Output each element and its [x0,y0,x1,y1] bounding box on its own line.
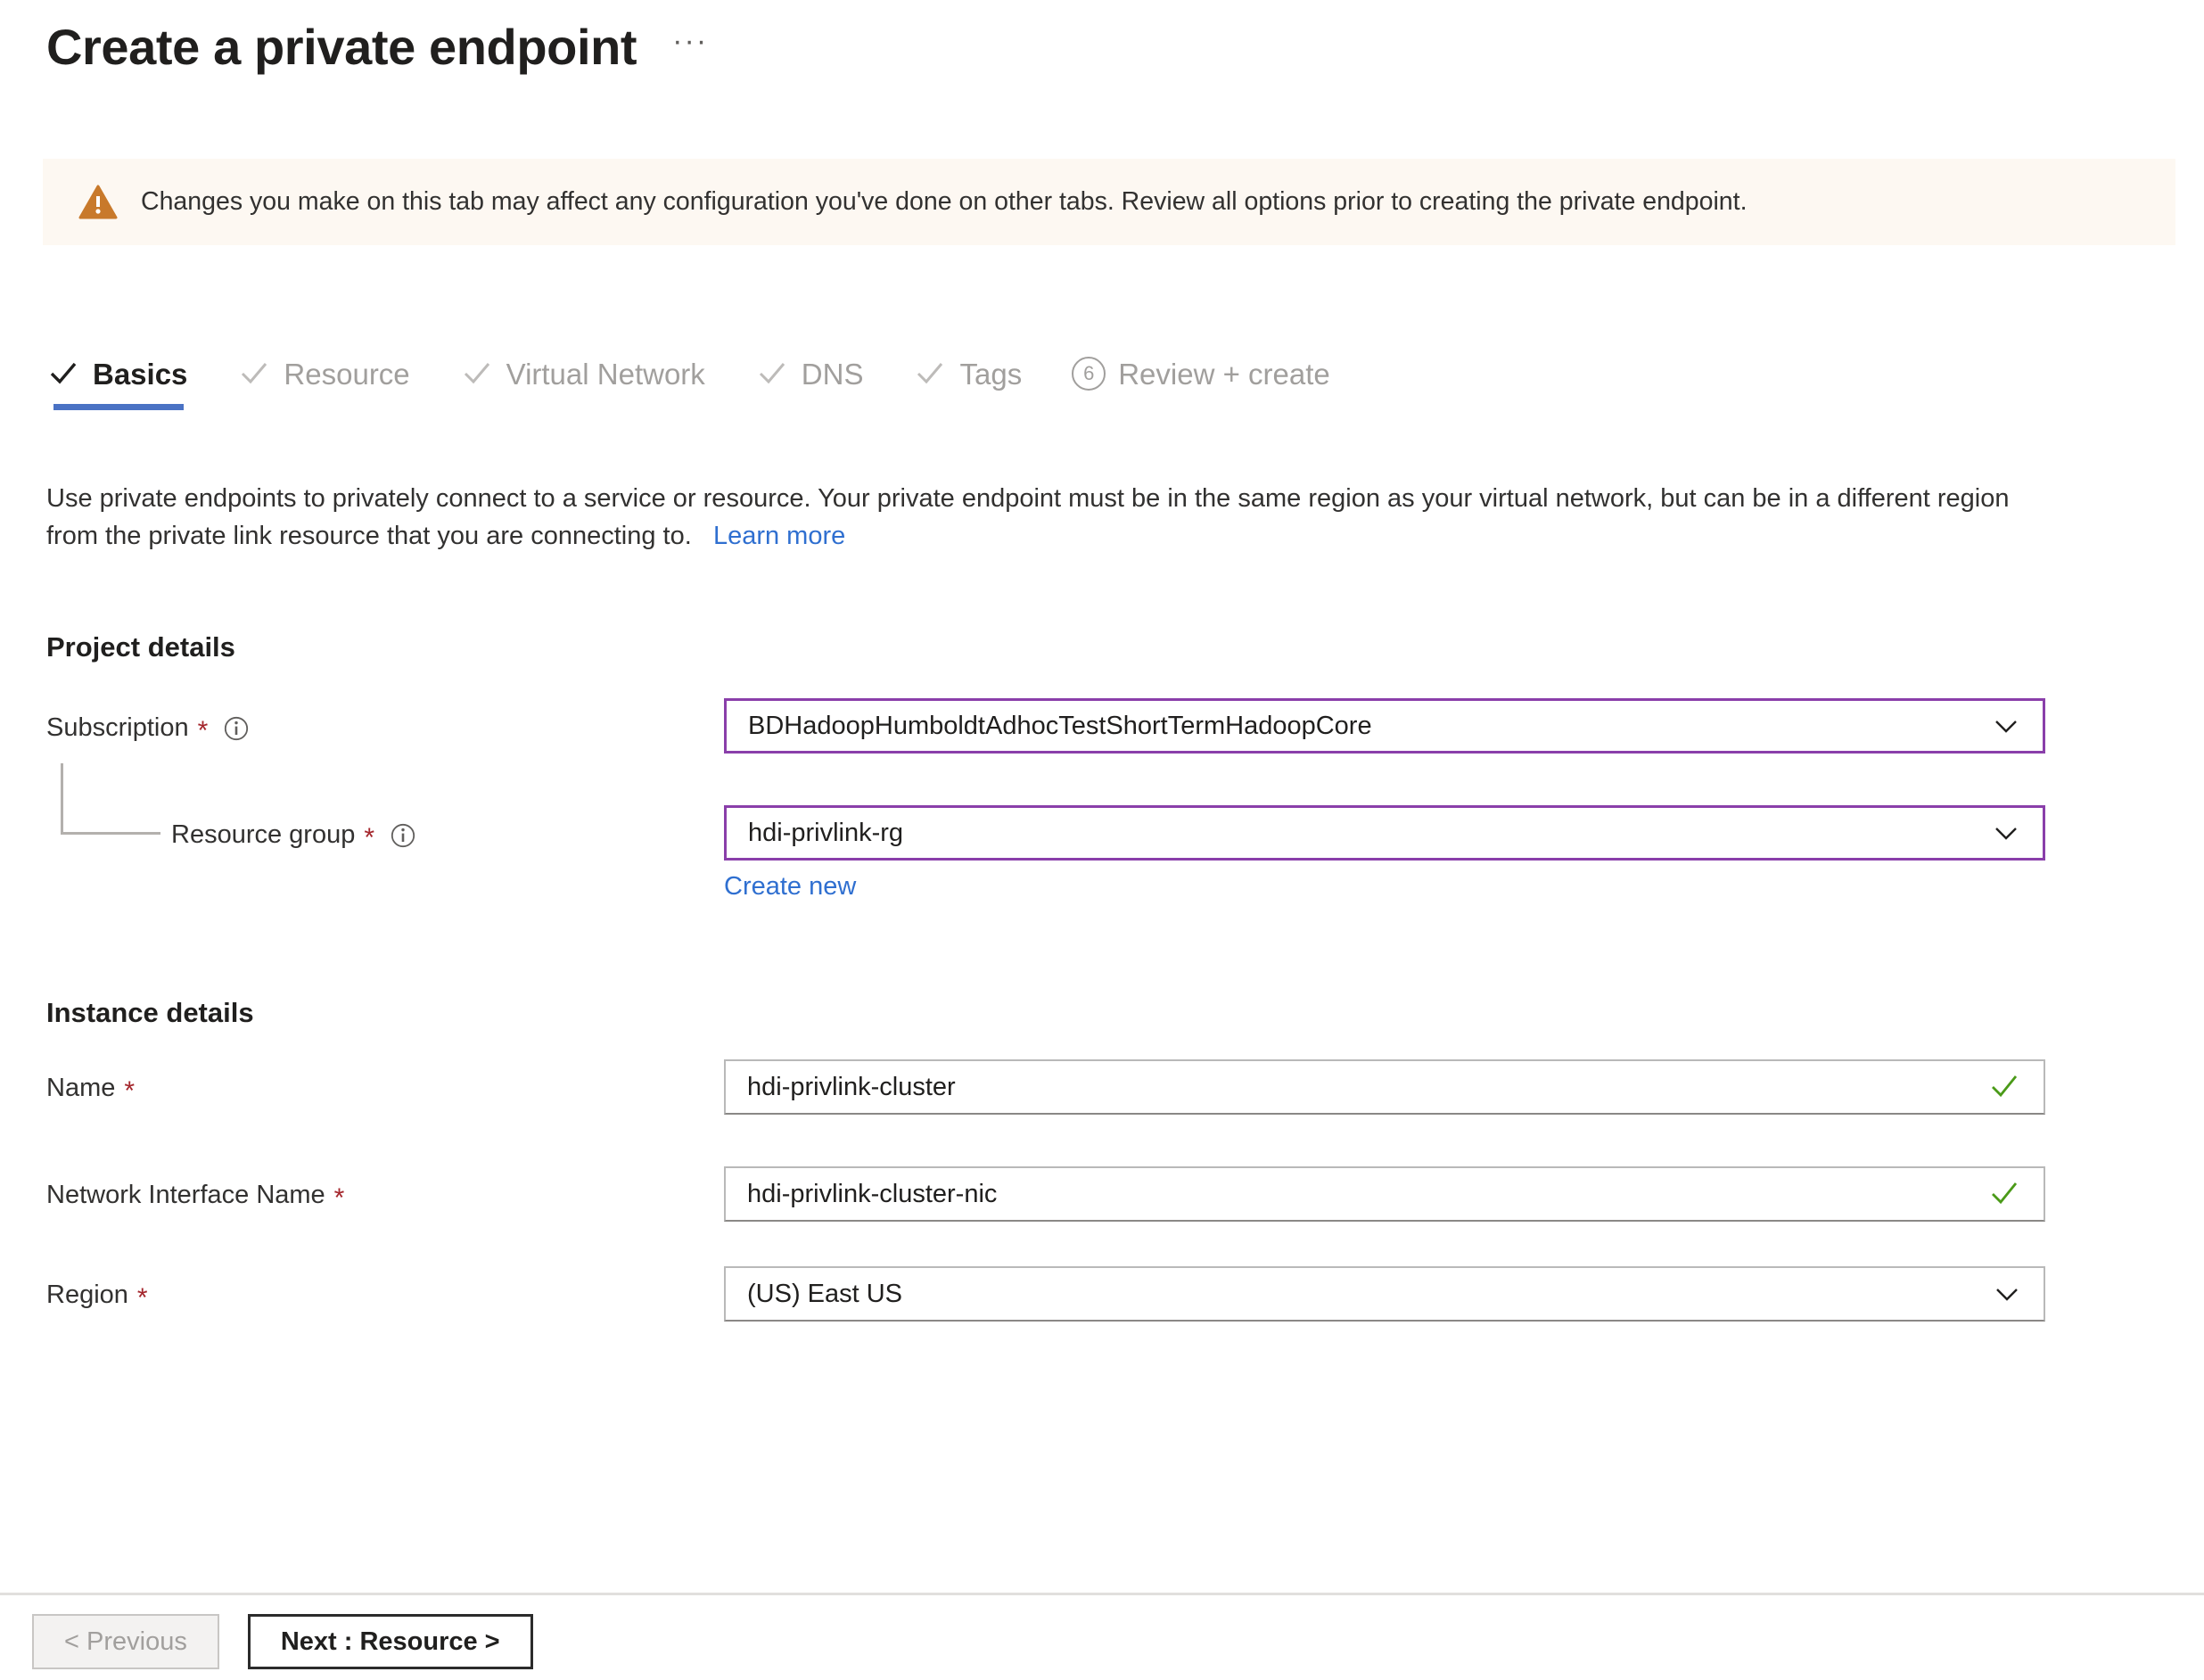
tab-basics[interactable]: Basics [46,357,187,410]
tab-dns[interactable]: DNS [755,357,864,410]
checkmark-icon [464,363,489,384]
step-number-badge: 6 [1072,357,1106,391]
name-label-text: Name [46,1074,116,1102]
create-new-resource-group-link[interactable]: Create new [724,872,856,902]
region-dropdown[interactable]: (US) East US [724,1266,2045,1322]
subscription-value: BDHadoopHumboldtAdhocTestShortTermHadoop… [748,711,1372,740]
resource-group-value: hdi-privlink-rg [748,818,904,847]
chevron-down-icon[interactable] [1990,1277,2024,1311]
required-asterisk: * [333,1182,345,1213]
valid-checkmark-icon [1992,1182,2018,1205]
valid-checkmark-icon [1992,1075,2018,1098]
resource-group-label-text: Resource group [171,820,356,849]
footer-divider [0,1593,2204,1595]
section-title-project-details: Project details [46,631,235,663]
subscription-label: Subscription * [46,713,249,745]
subscription-label-text: Subscription [46,713,189,742]
chevron-down-icon[interactable] [1989,709,2023,743]
checkmark-icon [50,362,77,384]
region-label-text: Region [46,1281,128,1309]
info-icon[interactable] [391,823,415,848]
required-asterisk: * [364,822,375,852]
page-title: Create a private endpoint [46,19,637,75]
hierarchy-connector [61,763,160,835]
tab-label: Basics [93,357,188,391]
previous-button[interactable]: < Previous [32,1614,219,1669]
tab-virtual-network[interactable]: Virtual Network [460,357,705,410]
tab-review-create[interactable]: 6 Review + create [1072,357,1330,410]
tab-resource[interactable]: Resource [237,357,410,410]
resource-group-dropdown[interactable]: hdi-privlink-rg [724,805,2045,861]
required-asterisk: * [124,1075,136,1106]
warning-banner: Changes you make on this tab may affect … [43,159,2175,245]
region-label: Region * [46,1281,148,1313]
info-icon[interactable] [224,716,249,741]
chevron-down-icon[interactable] [1989,816,2023,850]
wizard-tabs: Basics Resource Virtual Network DNS Tags… [46,357,1380,410]
tab-label: DNS [801,357,864,391]
resource-group-label: Resource group * [171,820,415,852]
page-description-text: Use private endpoints to privately conne… [46,484,2010,551]
network-interface-name-label: Network Interface Name * [46,1181,345,1213]
learn-more-link[interactable]: Learn more [713,522,845,550]
checkmark-icon [917,363,943,384]
tab-label: Virtual Network [506,357,705,391]
footer-actions: < Previous Next : Resource > [32,1614,533,1669]
name-value: hdi-privlink-cluster [747,1072,956,1101]
name-input[interactable]: hdi-privlink-cluster [724,1059,2045,1115]
tab-tags[interactable]: Tags [913,357,1022,410]
checkmark-icon [759,363,785,384]
network-interface-name-value: hdi-privlink-cluster-nic [747,1179,998,1208]
region-value: (US) East US [747,1279,903,1308]
warning-triangle-icon [78,185,118,218]
tab-label: Review + create [1118,357,1330,391]
network-interface-name-input[interactable]: hdi-privlink-cluster-nic [724,1166,2045,1222]
page-header: Create a private endpoint ··· [0,0,2204,78]
subscription-dropdown[interactable]: BDHadoopHumboldtAdhocTestShortTermHadoop… [724,698,2045,754]
section-title-instance-details: Instance details [46,997,254,1028]
page-description: Use private endpoints to privately conne… [46,480,2061,556]
tab-label: Resource [284,357,410,391]
required-asterisk: * [197,715,209,745]
more-options-icon[interactable]: ··· [672,26,708,69]
tab-label: Tags [959,357,1023,391]
checkmark-icon [242,363,267,384]
required-asterisk: * [136,1282,148,1313]
name-label: Name * [46,1074,136,1106]
warning-banner-text: Changes you make on this tab may affect … [141,187,1748,217]
network-interface-name-label-text: Network Interface Name [46,1181,325,1209]
next-resource-button[interactable]: Next : Resource > [247,1614,533,1669]
